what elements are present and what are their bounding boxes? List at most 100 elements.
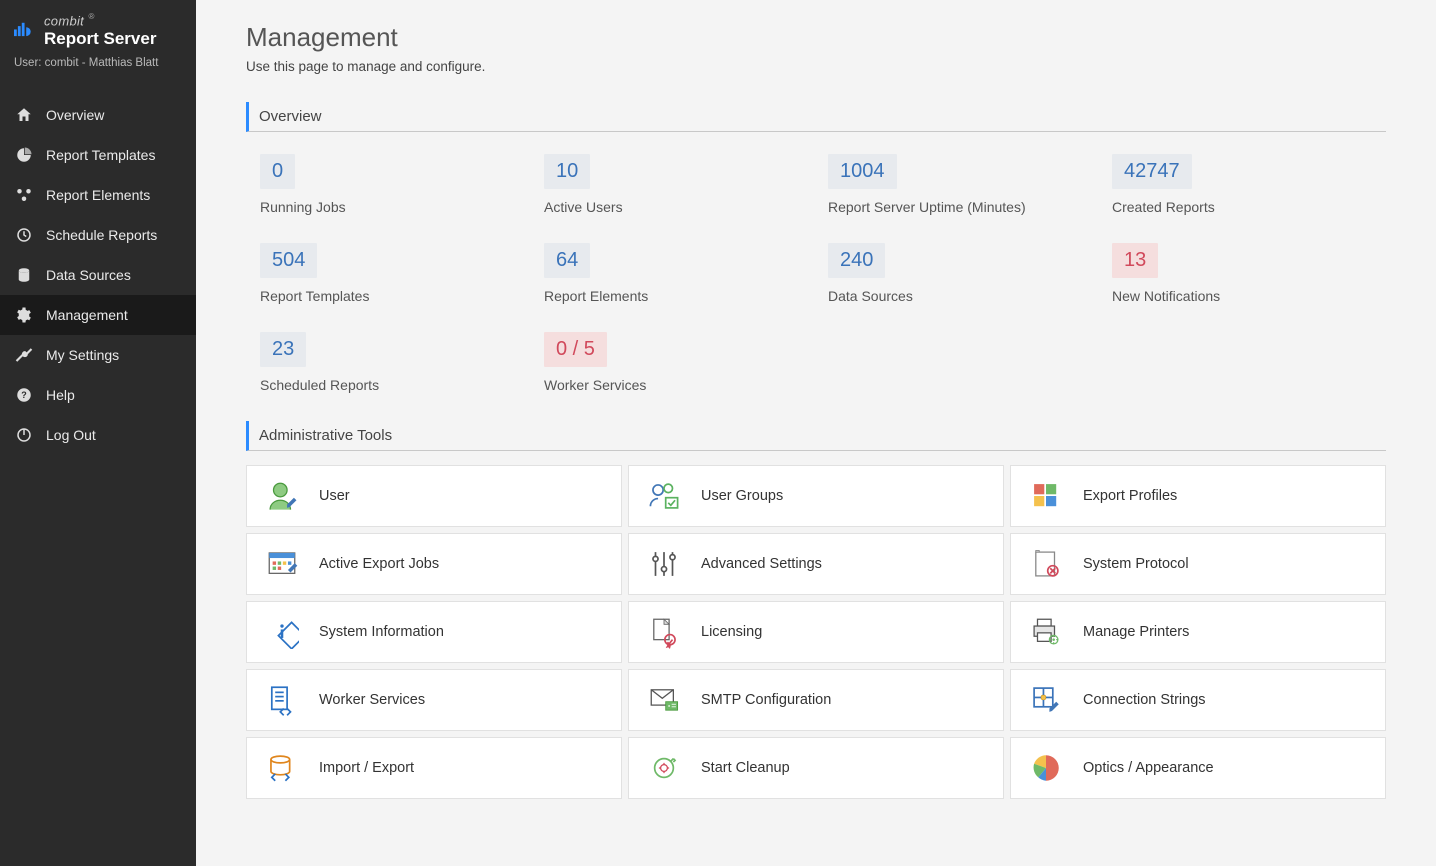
stat-label: Scheduled Reports xyxy=(260,377,534,393)
tool-label: SMTP Configuration xyxy=(701,692,831,708)
stat-label: Worker Services xyxy=(544,377,818,393)
tool-label: Manage Printers xyxy=(1083,624,1189,640)
tool-export-profiles[interactable]: Export Profiles xyxy=(1010,465,1386,527)
tool-label: System Protocol xyxy=(1083,556,1189,572)
tool-optics-appearance[interactable]: Optics / Appearance xyxy=(1010,737,1386,799)
tools-icon xyxy=(14,345,34,365)
stat-label: New Notifications xyxy=(1112,288,1386,304)
sidebar-item-label: Log Out xyxy=(46,427,96,443)
tool-label: Optics / Appearance xyxy=(1083,760,1214,776)
sidebar: combit ® Report Server User: combit - Ma… xyxy=(0,0,196,866)
tool-label: Active Export Jobs xyxy=(319,556,439,572)
overview-section: Overview 0Running Jobs 10Active Users 10… xyxy=(246,102,1386,393)
tool-label: Worker Services xyxy=(319,692,425,708)
stat-label: Active Users xyxy=(544,199,818,215)
tool-label: Start Cleanup xyxy=(701,760,790,776)
stat-running-jobs[interactable]: 0Running Jobs xyxy=(260,154,534,215)
gear-icon xyxy=(14,305,34,325)
stat-uptime[interactable]: 1004 Report Server Uptime (Minutes) xyxy=(828,154,1102,215)
brand-reg: ® xyxy=(89,12,95,21)
stat-report-elements[interactable]: 64Report Elements xyxy=(544,243,818,304)
brand-main: Report Server xyxy=(44,30,156,47)
brand-logo-icon xyxy=(14,20,34,40)
clock-icon xyxy=(14,225,34,245)
tool-user[interactable]: User xyxy=(246,465,622,527)
stat-new-notifications[interactable]: 13New Notifications xyxy=(1112,243,1386,304)
stat-value: 10 xyxy=(544,154,590,189)
tool-connection-strings[interactable]: Connection Strings xyxy=(1010,669,1386,731)
sidebar-item-label: Management xyxy=(46,307,128,323)
tool-advanced-settings[interactable]: Advanced Settings xyxy=(628,533,1004,595)
svg-text:?: ? xyxy=(21,390,27,400)
sidebar-item-my-settings[interactable]: My Settings xyxy=(0,335,196,375)
sidebar-item-label: Help xyxy=(46,387,75,403)
sidebar-item-label: Report Templates xyxy=(46,147,155,163)
protocol-icon xyxy=(1029,547,1063,581)
nav-list: Overview Report Templates Report Element… xyxy=(0,95,196,455)
overview-stats: 0Running Jobs 10 Active Users 1004 Report … xyxy=(246,154,1386,393)
brand-top: combit xyxy=(44,13,84,28)
tool-label: Licensing xyxy=(701,624,762,640)
stat-label: Data Sources xyxy=(828,288,1102,304)
tool-label: User Groups xyxy=(701,488,783,504)
stat-value: 1004 xyxy=(828,154,897,189)
appearance-icon xyxy=(1029,751,1063,785)
tool-label: User xyxy=(319,488,350,504)
stat-label: Report Server Uptime (Minutes) xyxy=(828,199,1102,215)
stat-created-reports[interactable]: 42747Created Reports xyxy=(1112,154,1386,215)
user-icon xyxy=(265,479,299,513)
stat-data-sources[interactable]: 240 Data Sources xyxy=(828,243,1102,304)
tool-user-groups[interactable]: User Groups xyxy=(628,465,1004,527)
sidebar-item-schedule-reports[interactable]: Schedule Reports xyxy=(0,215,196,255)
tool-system-protocol[interactable]: System Protocol xyxy=(1010,533,1386,595)
tool-system-information[interactable]: System Information xyxy=(246,601,622,663)
tool-label: Connection Strings xyxy=(1083,692,1206,708)
user-groups-icon xyxy=(647,479,681,513)
tool-label: Export Profiles xyxy=(1083,488,1177,504)
stat-scheduled-reports[interactable]: 23 Scheduled Reports xyxy=(260,332,534,393)
tool-smtp-configuration[interactable]: SMTP Configuration xyxy=(628,669,1004,731)
printer-icon xyxy=(1029,615,1063,649)
stat-value: 0 / 5 xyxy=(544,332,607,367)
stat-label: Report Elements xyxy=(544,288,818,304)
tool-active-export-jobs[interactable]: Active Export Jobs xyxy=(246,533,622,595)
stat-value: 240 xyxy=(828,243,885,278)
stat-active-users[interactable]: 10 Active Users xyxy=(544,154,818,215)
stat-report-templates[interactable]: 504Report Templates xyxy=(260,243,534,304)
stat-value: 0 xyxy=(260,154,295,189)
sidebar-item-report-templates[interactable]: Report Templates xyxy=(0,135,196,175)
page-subtitle: Use this page to manage and configure. xyxy=(246,59,1386,74)
tool-start-cleanup[interactable]: Start Cleanup xyxy=(628,737,1004,799)
stat-label: Created Reports xyxy=(1112,199,1386,215)
sidebar-item-label: My Settings xyxy=(46,347,119,363)
tool-import-export[interactable]: Import / Export xyxy=(246,737,622,799)
sidebar-item-management[interactable]: Management xyxy=(0,295,196,335)
sidebar-item-label: Overview xyxy=(46,107,104,123)
tool-licensing[interactable]: Licensing xyxy=(628,601,1004,663)
stat-worker-services[interactable]: 0 / 5 Worker Services xyxy=(544,332,818,393)
licensing-icon xyxy=(647,615,681,649)
smtp-icon xyxy=(647,683,681,717)
sidebar-item-label: Data Sources xyxy=(46,267,131,283)
brand-block: combit ® Report Server xyxy=(0,0,196,51)
export-profiles-icon xyxy=(1029,479,1063,513)
sidebar-item-report-elements[interactable]: Report Elements xyxy=(0,175,196,215)
tool-worker-services[interactable]: Worker Services xyxy=(246,669,622,731)
sidebar-item-data-sources[interactable]: Data Sources xyxy=(0,255,196,295)
stat-value: 23 xyxy=(260,332,306,367)
sidebar-item-label: Report Elements xyxy=(46,187,150,203)
tool-label: Advanced Settings xyxy=(701,556,822,572)
cleanup-icon xyxy=(647,751,681,785)
main-content: Management Use this page to manage and c… xyxy=(196,0,1436,866)
database-icon xyxy=(14,265,34,285)
worker-services-icon xyxy=(265,683,299,717)
sidebar-item-log-out[interactable]: Log Out xyxy=(0,415,196,455)
power-icon xyxy=(14,425,34,445)
sidebar-item-overview[interactable]: Overview xyxy=(0,95,196,135)
tool-manage-printers[interactable]: Manage Printers xyxy=(1010,601,1386,663)
stat-label: Report Templates xyxy=(260,288,534,304)
user-line: User: combit - Matthias Blatt xyxy=(0,51,196,81)
sidebar-item-help[interactable]: ? Help xyxy=(0,375,196,415)
page-title: Management xyxy=(246,22,1386,53)
help-icon: ? xyxy=(14,385,34,405)
